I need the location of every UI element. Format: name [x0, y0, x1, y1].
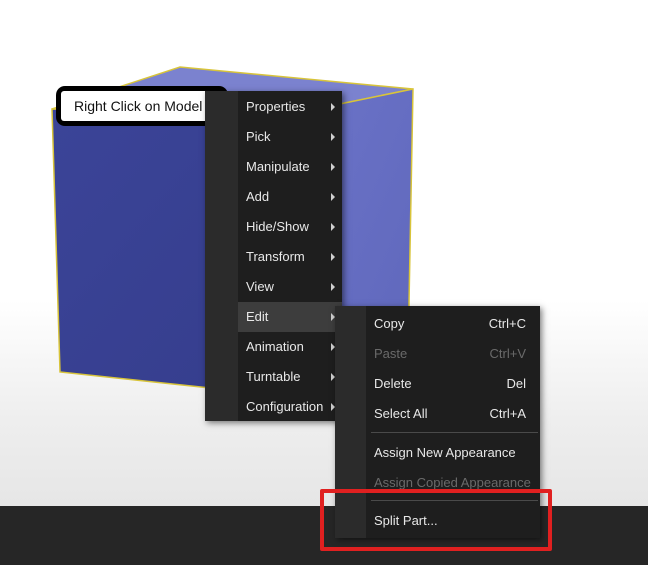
menu-item-label: Assign New Appearance: [374, 445, 516, 460]
menu-item-edit[interactable]: Edit: [238, 302, 342, 332]
menu-item-delete[interactable]: Delete Del: [335, 369, 540, 399]
context-menu: Properties Pick Manipulate Add Hide/Show…: [205, 91, 342, 421]
menu-item-configuration[interactable]: Configuration: [205, 392, 342, 422]
submenu-arrow-icon: [331, 283, 335, 291]
submenu-arrow-icon: [331, 193, 335, 201]
menu-item-label: Transform: [246, 249, 305, 264]
menu-item-view[interactable]: View: [205, 272, 342, 302]
menu-item-label: Edit: [246, 309, 269, 324]
3d-viewport[interactable]: Right Click on Model Properties Pick Man…: [0, 0, 648, 506]
menu-item-transform[interactable]: Transform: [205, 242, 342, 272]
submenu-arrow-icon: [331, 163, 335, 171]
highlight-annotation-box: [320, 489, 552, 551]
menu-item-label: Pick: [246, 129, 271, 144]
menu-item-label: Paste: [374, 346, 408, 361]
menu-item-copy[interactable]: Copy Ctrl+C: [335, 309, 540, 339]
menu-item-label: Turntable: [246, 369, 301, 384]
menu-item-turntable[interactable]: Turntable: [205, 362, 342, 392]
menu-item-pick[interactable]: Pick: [205, 122, 342, 152]
menu-item-paste[interactable]: Paste Ctrl+V: [335, 339, 540, 369]
submenu-arrow-icon: [331, 253, 335, 261]
shortcut-label: Ctrl+V: [489, 346, 526, 361]
menu-item-label: Copy: [374, 316, 405, 331]
menu-item-label: View: [246, 279, 274, 294]
menu-item-hide-show[interactable]: Hide/Show: [205, 212, 342, 242]
callout-tooltip: Right Click on Model: [56, 86, 228, 126]
menu-item-label: Delete: [374, 376, 412, 391]
submenu-arrow-icon: [331, 133, 335, 141]
shortcut-label: Del: [506, 376, 526, 391]
submenu-arrow-icon: [331, 103, 335, 111]
menu-item-label: Select All: [374, 406, 428, 421]
menu-item-add[interactable]: Add: [205, 182, 342, 212]
submenu-arrow-icon: [331, 223, 335, 231]
shortcut-label: Ctrl+A: [489, 406, 526, 421]
callout-text: Right Click on Model: [61, 91, 223, 121]
shortcut-label: Ctrl+C: [488, 316, 526, 331]
menu-item-label: Properties: [246, 99, 306, 114]
menu-item-assign-new-appearance[interactable]: Assign New Appearance: [335, 438, 540, 468]
menu-item-animation[interactable]: Animation: [205, 332, 342, 362]
menu-item-label: Add: [246, 189, 270, 204]
menu-separator: [371, 432, 538, 433]
menu-item-label: Configuration: [246, 399, 324, 414]
menu-item-manipulate[interactable]: Manipulate: [205, 152, 342, 182]
menu-item-label: Manipulate: [246, 159, 310, 174]
menu-item-label: Hide/Show: [246, 219, 309, 234]
menu-item-properties[interactable]: Properties: [205, 92, 342, 122]
menu-item-select-all[interactable]: Select All Ctrl+A: [335, 399, 540, 429]
menu-item-label: Animation: [246, 339, 304, 354]
